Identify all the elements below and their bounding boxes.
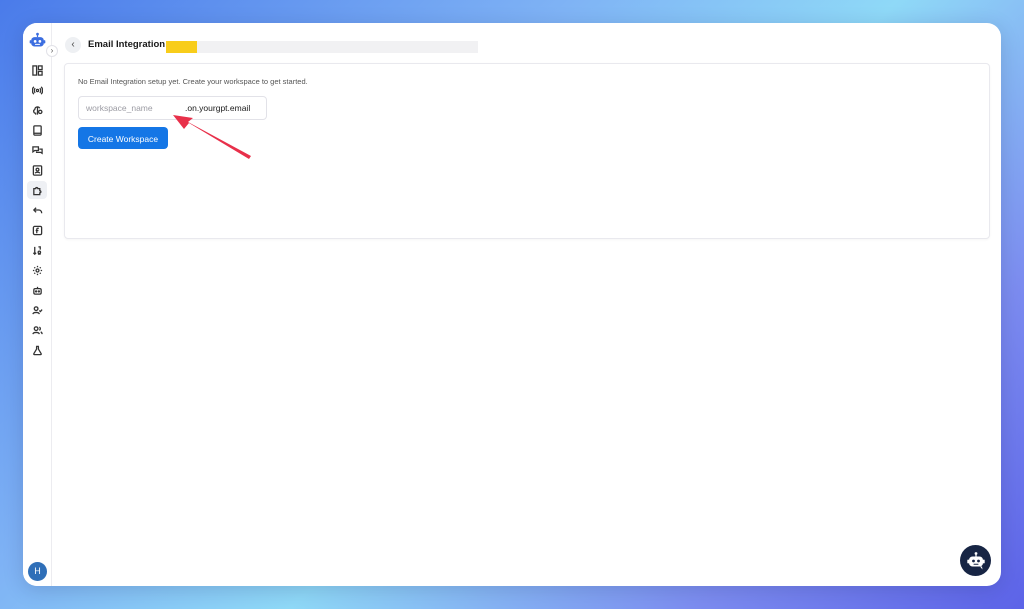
sidebar-item-sort[interactable] <box>27 241 47 259</box>
user-check-icon <box>31 305 43 314</box>
brain-icon <box>32 105 43 115</box>
sidebar-expand-button[interactable]: › <box>46 45 58 57</box>
annotation-arrow-icon <box>173 115 251 159</box>
progress-bar-fill <box>166 41 198 53</box>
dashboard-icon <box>31 64 43 76</box>
sidebar-item-book[interactable] <box>27 121 47 139</box>
user-avatar[interactable]: H <box>28 562 47 581</box>
contacts-icon <box>32 164 42 176</box>
book-icon <box>32 124 42 136</box>
robot-logo-icon[interactable] <box>29 32 46 49</box>
flask-icon <box>32 345 42 355</box>
sidebar: › H <box>23 23 58 586</box>
chevron-right-icon: › <box>50 46 54 55</box>
sidebar-item-settings[interactable] <box>27 261 47 279</box>
app-window: › H ‹ Email Integration No Email Integra… <box>23 23 1001 586</box>
sidebar-item-reply[interactable] <box>27 201 47 219</box>
sort-icon <box>32 245 41 255</box>
reply-icon <box>32 206 42 213</box>
function-icon <box>32 225 42 235</box>
sidebar-item-broadcast[interactable] <box>27 81 47 99</box>
page-title: Email Integration <box>88 39 166 50</box>
sidebar-item-contacts[interactable] <box>27 161 47 179</box>
chat-bubbles-icon <box>31 145 43 154</box>
settings-gear-icon <box>32 265 42 275</box>
create-workspace-button[interactable]: Create Workspace <box>78 127 168 149</box>
sidebar-item-users[interactable] <box>27 321 47 339</box>
sidebar-item-user-check[interactable] <box>27 301 47 319</box>
bot-icon <box>32 286 42 295</box>
broadcast-icon <box>31 85 43 95</box>
sidebar-item-dashboard[interactable] <box>27 61 47 79</box>
sidebar-item-functions[interactable] <box>27 221 47 239</box>
sidebar-item-integrations[interactable] <box>27 181 47 199</box>
chevron-left-icon: ‹ <box>71 39 75 50</box>
progress-bar <box>166 41 478 53</box>
chat-widget-button[interactable] <box>960 545 991 576</box>
sidebar-item-bots[interactable] <box>27 281 47 299</box>
sidebar-item-brain[interactable] <box>27 101 47 119</box>
chatbot-icon <box>966 551 985 569</box>
avatar-initial: H <box>34 566 41 576</box>
sidebar-item-chats[interactable] <box>27 141 47 159</box>
empty-state-message: No Email Integration setup yet. Create y… <box>78 77 308 86</box>
sidebar-item-lab[interactable] <box>27 341 47 359</box>
back-button[interactable]: ‹ <box>65 37 81 53</box>
puzzle-icon <box>32 186 42 195</box>
users-icon <box>31 325 43 334</box>
